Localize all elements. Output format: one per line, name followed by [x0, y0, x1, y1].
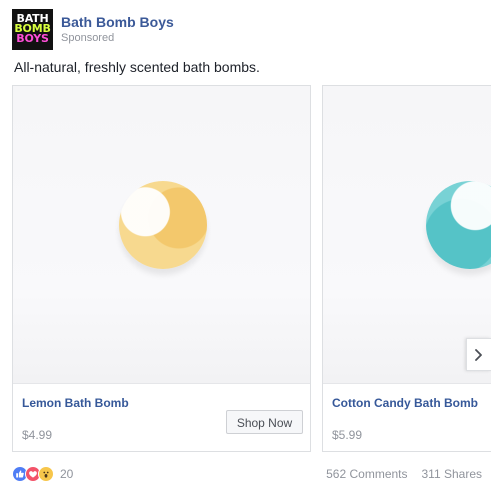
shares-count-link[interactable]: 311 Shares [422, 467, 483, 481]
card-info-cotton-candy: Cotton Candy Bath Bomb $5.99 [323, 383, 491, 451]
shop-now-button[interactable]: Shop Now [226, 410, 303, 434]
lemon-bath-bomb-image [119, 181, 207, 269]
card-info-lemon: Lemon Bath Bomb $4.99 Shop Now [13, 383, 310, 451]
product-price-lemon: $4.99 [22, 428, 53, 442]
comments-count-link[interactable]: 562 Comments [326, 467, 407, 481]
carousel-card-cotton-candy[interactable]: Cotton Candy Bath Bomb $5.99 [322, 85, 491, 452]
reaction-count[interactable]: 20 [60, 467, 73, 481]
chevron-right-icon [475, 348, 482, 361]
reaction-summary[interactable]: 20 [12, 466, 73, 482]
page-name-link[interactable]: Bath Bomb Boys [61, 14, 174, 30]
post-header: Bath Bomb Boys Bath Bomb Boys Sponsored [12, 8, 174, 50]
product-price-cotton-candy: $5.99 [332, 428, 363, 442]
wow-icon [38, 466, 54, 482]
product-title-lemon[interactable]: Lemon Bath Bomb [22, 396, 129, 410]
post-caption: All-natural, freshly scented bath bombs. [14, 59, 260, 75]
cotton-candy-bath-bomb-image [426, 181, 491, 269]
page-meta: Bath Bomb Boys Sponsored [61, 14, 174, 44]
logo-line-boys: Boys [16, 32, 49, 45]
carousel-next-button[interactable] [466, 338, 491, 371]
carousel-card-lemon[interactable]: Lemon Bath Bomb $4.99 Shop Now [12, 85, 311, 452]
product-title-cotton-candy[interactable]: Cotton Candy Bath Bomb [332, 396, 478, 410]
sponsored-post: Bath Bomb Boys Bath Bomb Boys Sponsored … [0, 0, 491, 491]
reaction-icons [12, 466, 54, 482]
product-image-lemon[interactable] [13, 86, 310, 384]
engagement-stats: 562 Comments 311 Shares [326, 467, 482, 481]
product-carousel: Lemon Bath Bomb $4.99 Shop Now Cotton Ca… [12, 85, 491, 452]
bath-bomb-boys-logo[interactable]: Bath Bomb Boys [12, 8, 53, 50]
sponsored-label: Sponsored [61, 32, 115, 44]
post-footer: 20 562 Comments 311 Shares [12, 463, 482, 485]
